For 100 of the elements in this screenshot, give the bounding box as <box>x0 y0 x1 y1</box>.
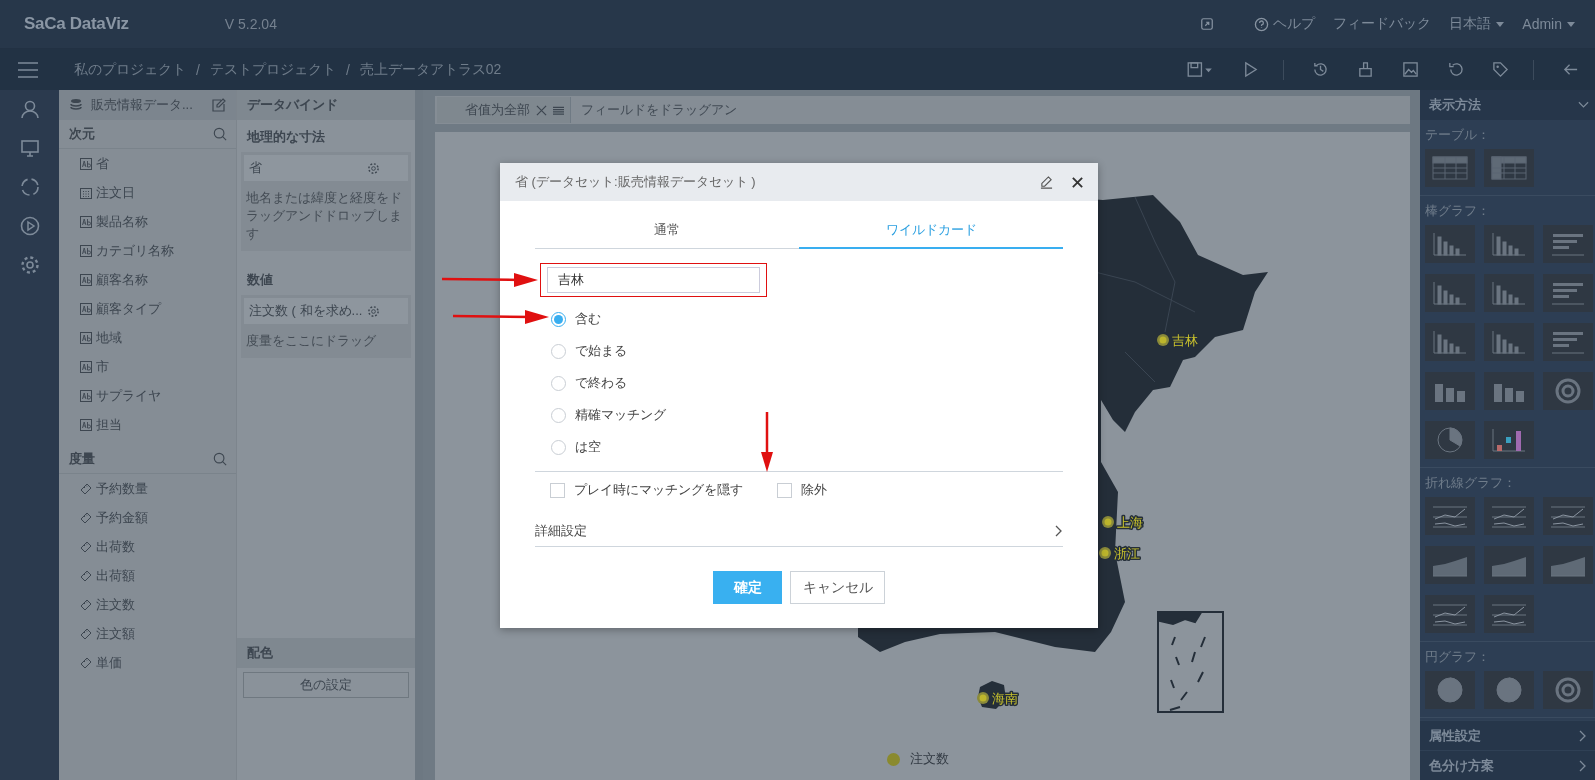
search-icon[interactable] <box>213 127 227 141</box>
line-chart-icon[interactable] <box>1484 595 1534 633</box>
pie-chart-icon[interactable] <box>1425 671 1475 709</box>
settings-icon[interactable] <box>19 255 40 275</box>
bound-field[interactable]: 省 <box>249 159 262 177</box>
dimension-item[interactable]: 製品名称 <box>96 212 148 231</box>
help-link[interactable]: ヘルプ <box>1254 15 1316 33</box>
measure-item[interactable]: 単価 <box>96 653 122 672</box>
table-chart-icon[interactable] <box>1425 149 1475 187</box>
value-input[interactable]: 吉林 <box>547 267 760 293</box>
map-marker[interactable] <box>1099 547 1111 559</box>
hbar-chart-icon[interactable] <box>1543 274 1593 312</box>
bar-chart-icon[interactable] <box>1425 274 1475 312</box>
ring-chart-icon[interactable] <box>1543 372 1593 410</box>
database-icon <box>69 98 83 112</box>
chevron-down-icon[interactable] <box>1578 101 1589 109</box>
dialog-tab[interactable]: 通常 <box>535 213 799 249</box>
edit-icon[interactable] <box>212 98 226 112</box>
hbar-chart-icon[interactable] <box>1543 225 1593 263</box>
bar-chart-icon[interactable] <box>1484 323 1534 361</box>
search-icon[interactable] <box>213 452 227 466</box>
line-chart-icon[interactable] <box>1543 497 1593 535</box>
polar-chart-icon[interactable] <box>1425 421 1475 459</box>
bar3d-chart-icon[interactable] <box>1484 372 1534 410</box>
feedback-link[interactable]: フィードバック <box>1333 15 1432 33</box>
breadcrumb-link[interactable]: 私のプロジェクト <box>74 60 186 79</box>
line-chart-icon[interactable] <box>1425 497 1475 535</box>
map-marker[interactable] <box>1157 334 1169 346</box>
gear-icon[interactable] <box>367 161 380 175</box>
bar3d-chart-icon[interactable] <box>1425 372 1475 410</box>
waterfall-chart-icon[interactable] <box>1484 421 1534 459</box>
language-dropdown[interactable]: 日本語 <box>1449 15 1505 33</box>
measure-item[interactable]: 注文数 <box>96 595 135 614</box>
dimension-item[interactable]: 地域 <box>96 328 122 347</box>
measure-item[interactable]: 予約数量 <box>96 479 148 498</box>
area-chart-icon[interactable] <box>1425 546 1475 584</box>
dimension-item[interactable]: 顧客タイプ <box>96 299 161 318</box>
dimension-item[interactable]: カテゴリ名称 <box>96 241 174 260</box>
measure-item[interactable]: 出荷額 <box>96 566 135 585</box>
chevron-right-icon <box>1055 525 1063 537</box>
panel-section-header[interactable]: 属性設定 <box>1420 720 1595 750</box>
option-label: 精確マッチング <box>575 406 666 424</box>
confirm-button[interactable]: 確定 <box>713 571 782 604</box>
donut-chart-icon[interactable] <box>1543 671 1593 709</box>
legend-dot <box>887 752 900 766</box>
version-label: V 5.2.04 <box>224 16 277 32</box>
cancel-button[interactable]: キャンセル <box>790 571 885 604</box>
annotation-arrow <box>759 412 775 472</box>
save-icon[interactable] <box>1187 61 1214 78</box>
bar-chart-icon[interactable] <box>1484 225 1534 263</box>
measure-item[interactable]: 予約金額 <box>96 508 148 527</box>
undo-icon[interactable] <box>1447 61 1464 78</box>
hbar-chart-icon[interactable] <box>1543 323 1593 361</box>
pivot-chart-icon[interactable] <box>1484 149 1534 187</box>
panel-section-header[interactable]: 色分け方案 <box>1420 750 1595 780</box>
map-marker[interactable] <box>1102 516 1114 528</box>
bar-chart-icon[interactable] <box>1425 225 1475 263</box>
checkbox-label: プレイ時にマッチングを隠す <box>574 481 743 499</box>
tag-icon[interactable] <box>1492 61 1509 78</box>
list-icon[interactable] <box>553 104 564 116</box>
dialog-tab[interactable]: ワイルドカード <box>799 213 1063 249</box>
color-settings-button[interactable]: 色の設定 <box>243 672 409 698</box>
close-icon[interactable] <box>1071 175 1084 189</box>
menu-icon[interactable] <box>18 61 38 78</box>
play-icon[interactable] <box>1242 61 1259 78</box>
play-circle-icon[interactable] <box>19 216 40 236</box>
user-icon[interactable] <box>19 99 40 119</box>
user-menu[interactable]: Admin <box>1522 16 1575 32</box>
dimension-item[interactable]: 省 <box>96 154 109 173</box>
measure-item[interactable]: 出荷数 <box>96 537 135 556</box>
pie-chart-icon[interactable] <box>1484 671 1534 709</box>
gear-icon[interactable] <box>367 304 380 318</box>
bar-chart-icon[interactable] <box>1425 323 1475 361</box>
monitor-icon[interactable] <box>19 138 40 158</box>
dimension-item[interactable]: 市 <box>96 357 109 376</box>
image-icon[interactable] <box>1402 61 1419 78</box>
pencil-icon[interactable] <box>1040 175 1053 189</box>
area-chart-icon[interactable] <box>1484 546 1534 584</box>
dimension-item[interactable]: 担当 <box>96 415 122 434</box>
map-label: 上海 <box>1117 515 1143 530</box>
area-chart-icon[interactable] <box>1543 546 1593 584</box>
dimension-item[interactable]: 注文日 <box>96 183 135 202</box>
section-title: 次元 <box>69 125 95 143</box>
panel-title: データバインド <box>247 96 338 114</box>
measure-item[interactable]: 注文額 <box>96 624 135 643</box>
history-icon[interactable] <box>1312 61 1329 78</box>
line-chart-icon[interactable] <box>1425 595 1475 633</box>
line-chart-icon[interactable] <box>1484 497 1534 535</box>
fullscreen-icon[interactable] <box>1200 17 1215 31</box>
checkbox[interactable] <box>777 482 792 498</box>
cycle-icon[interactable] <box>19 177 40 197</box>
brush-icon[interactable] <box>1357 61 1374 78</box>
breadcrumb-link[interactable]: テストプロジェクト <box>209 60 336 79</box>
dimension-item[interactable]: サプライヤ <box>96 386 161 405</box>
bar-chart-icon[interactable] <box>1484 274 1534 312</box>
filter-chip[interactable]: 省值为全部 <box>437 97 571 123</box>
map-marker[interactable] <box>977 692 989 704</box>
checkbox[interactable] <box>550 482 565 498</box>
dimension-item[interactable]: 顧客名称 <box>96 270 148 289</box>
advanced-settings-row[interactable]: 詳細設定 <box>535 516 1063 547</box>
